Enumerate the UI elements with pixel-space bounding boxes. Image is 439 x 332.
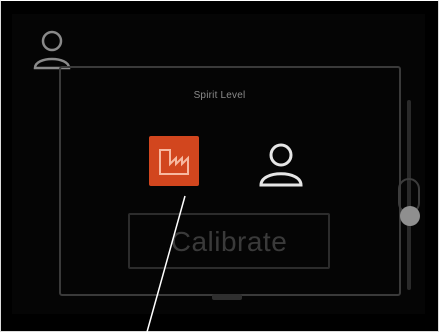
spirit-level-screen: Spirit Level Calibrate xyxy=(0,0,439,332)
calibrate-button[interactable]: Calibrate xyxy=(128,213,330,269)
user-profile-icon[interactable] xyxy=(256,140,306,190)
vertical-slider-thumb[interactable] xyxy=(400,206,420,226)
calibrate-label: Calibrate xyxy=(170,226,288,257)
dialog-title: Spirit Level xyxy=(193,90,246,101)
bottom-handle[interactable] xyxy=(212,294,242,300)
factory-icon xyxy=(149,136,199,186)
factory-tool-button[interactable] xyxy=(149,136,199,186)
